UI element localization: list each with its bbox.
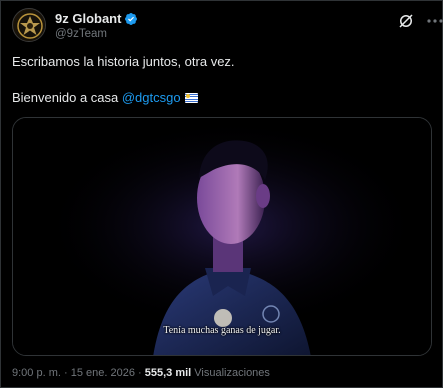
tweet-text-line2: Bienvenido a casa @dgtcsgo <box>12 90 198 105</box>
team-logo-icon <box>14 10 45 41</box>
video-player[interactable]: Tenía muchas ganas de jugar. <box>12 117 432 356</box>
views-label: Visualizaciones <box>194 367 270 379</box>
author-display-name[interactable]: 9z Globant <box>55 11 121 26</box>
avatar[interactable] <box>12 8 46 42</box>
uruguay-flag-icon <box>184 93 198 103</box>
author-handle[interactable]: @9zTeam <box>55 28 107 40</box>
footer-separator: · <box>138 367 142 379</box>
grok-icon[interactable] <box>397 12 415 30</box>
verified-badge-icon[interactable] <box>124 12 138 26</box>
author-name-row: 9z Globant <box>55 11 138 26</box>
tweet-time[interactable]: 9:00 p. m. <box>12 367 61 379</box>
tweet-header: 9z Globant @9zTeam <box>12 8 443 44</box>
views-count[interactable]: 555,3 mil <box>145 367 191 379</box>
video-subtitle: Tenía muchas ganas de jugar. <box>163 325 281 336</box>
tweet-card[interactable]: 9z Globant @9zTeam Escribamos la histori… <box>0 0 443 388</box>
tweet-text-prefix: Bienvenido a casa <box>12 90 122 105</box>
video-frame <box>13 118 431 355</box>
tweet-footer: 9:00 p. m. · 15 ene. 2026 · 555,3 mil Vi… <box>12 367 270 379</box>
more-options-icon[interactable] <box>426 13 443 29</box>
footer-separator: · <box>63 367 68 379</box>
tweet-date[interactable]: 15 ene. 2026 <box>71 367 135 379</box>
tweet-text-line1: Escribamos la historia juntos, otra vez. <box>12 54 235 69</box>
mention-link[interactable]: @dgtcsgo <box>122 90 181 105</box>
